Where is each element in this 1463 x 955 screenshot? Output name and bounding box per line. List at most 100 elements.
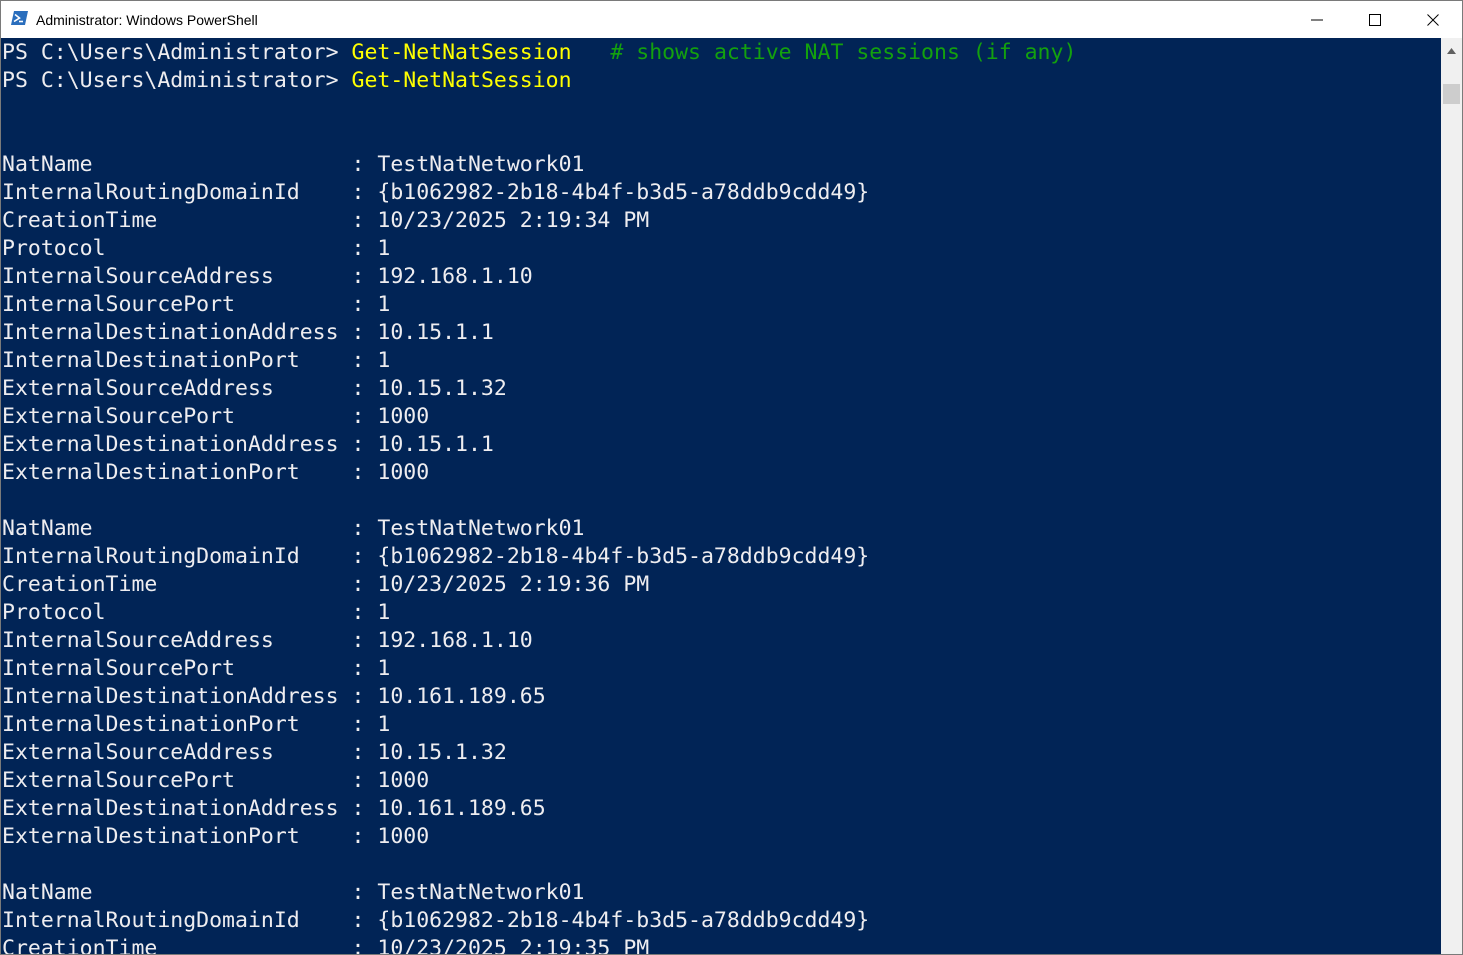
property-row: Protocol : 1	[2, 235, 1076, 263]
property-value: 192.168.1.10	[377, 264, 533, 289]
property-row: ExternalSourceAddress : 10.15.1.32	[2, 375, 1076, 403]
property-value: 10.15.1.32	[377, 740, 507, 765]
prompt-line: PS C:\Users\Administrator> Get-NetNatSes…	[2, 39, 1076, 67]
separator: :	[338, 404, 378, 429]
property-name: ExternalSourcePort	[2, 404, 235, 429]
property-value: 1	[377, 600, 391, 625]
scrollbar-thumb[interactable]	[1443, 84, 1460, 104]
separator: :	[338, 460, 378, 485]
separator: :	[338, 348, 378, 373]
property-row: InternalSourcePort : 1	[2, 291, 1076, 319]
property-name: InternalSourceAddress	[2, 628, 274, 653]
separator: :	[338, 236, 378, 261]
property-value: 192.168.1.10	[377, 628, 533, 653]
property-row: InternalRoutingDomainId : {b1062982-2b18…	[2, 543, 1076, 571]
property-name: ExternalSourcePort	[2, 768, 235, 793]
property-name: CreationTime	[2, 208, 158, 233]
console-lines: PS C:\Users\Administrator> Get-NetNatSes…	[2, 39, 1076, 954]
property-name: InternalRoutingDomainId	[2, 908, 300, 933]
property-row: ExternalDestinationPort : 1000	[2, 459, 1076, 487]
property-name: ExternalDestinationAddress	[2, 432, 339, 457]
property-value: 1	[377, 236, 391, 261]
minimize-icon	[1311, 14, 1323, 26]
window-title: Administrator: Windows PowerShell	[36, 11, 258, 28]
separator: :	[338, 600, 378, 625]
property-value: 1	[377, 292, 391, 317]
property-name: CreationTime	[2, 572, 158, 597]
property-row: InternalDestinationPort : 1	[2, 711, 1076, 739]
property-row: InternalDestinationAddress : 10.161.189.…	[2, 683, 1076, 711]
property-value: 1	[377, 348, 391, 373]
separator: :	[338, 208, 378, 233]
property-row: ExternalSourceAddress : 10.15.1.32	[2, 739, 1076, 767]
separator: :	[338, 180, 378, 205]
maximize-icon	[1369, 13, 1381, 26]
separator: :	[338, 376, 378, 401]
property-name: InternalRoutingDomainId	[2, 180, 300, 205]
console-output[interactable]: PS C:\Users\Administrator> Get-NetNatSes…	[1, 38, 1441, 954]
separator: :	[338, 796, 378, 821]
separator: :	[338, 264, 378, 289]
scroll-up-button[interactable]	[1441, 38, 1462, 62]
property-value: 10.15.1.32	[377, 376, 507, 401]
property-row: CreationTime : 10/23/2025 2:19:36 PM	[2, 571, 1076, 599]
property-row: NatName : TestNatNetwork01	[2, 151, 1076, 179]
prompt-text: PS C:\Users\Administrator>	[2, 40, 352, 65]
command-text: Get-NetNatSession	[351, 40, 572, 65]
property-name: NatName	[2, 880, 93, 905]
comment-text: # shows active NAT sessions (if any)	[571, 40, 1077, 65]
property-name: InternalDestinationAddress	[2, 320, 339, 345]
property-value: 1000	[377, 404, 430, 429]
property-name: InternalDestinationPort	[2, 712, 300, 737]
property-value: {b1062982-2b18-4b4f-b3d5-a78ddb9cdd49}	[377, 180, 870, 205]
separator: :	[338, 656, 378, 681]
property-row: CreationTime : 10/23/2025 2:19:35 PM	[2, 935, 1076, 954]
property-name: NatName	[2, 152, 93, 177]
property-name: Protocol	[2, 236, 106, 261]
property-name: ExternalDestinationAddress	[2, 796, 339, 821]
property-row: ExternalSourcePort : 1000	[2, 403, 1076, 431]
property-name: Protocol	[2, 600, 106, 625]
property-value: 10.161.189.65	[377, 684, 546, 709]
property-value: 1	[377, 712, 391, 737]
property-name: ExternalDestinationPort	[2, 824, 300, 849]
vertical-scrollbar[interactable]	[1441, 38, 1462, 954]
property-row: InternalSourcePort : 1	[2, 655, 1076, 683]
property-row: ExternalDestinationAddress : 10.161.189.…	[2, 795, 1076, 823]
property-value: 10.15.1.1	[377, 432, 494, 457]
property-name: InternalRoutingDomainId	[2, 544, 300, 569]
property-name: ExternalDestinationPort	[2, 460, 300, 485]
separator: :	[338, 152, 378, 177]
maximize-button[interactable]	[1346, 1, 1404, 38]
title-bar[interactable]: Administrator: Windows PowerShell	[1, 1, 1462, 38]
property-name: NatName	[2, 516, 93, 541]
property-value: TestNatNetwork01	[377, 880, 585, 905]
property-row: Protocol : 1	[2, 599, 1076, 627]
separator: :	[338, 768, 378, 793]
property-row: InternalRoutingDomainId : {b1062982-2b18…	[2, 907, 1076, 935]
close-icon	[1427, 13, 1439, 26]
command-text: Get-NetNatSession	[351, 68, 572, 93]
minimize-button[interactable]	[1288, 1, 1346, 38]
property-row: InternalDestinationPort : 1	[2, 347, 1076, 375]
separator: :	[338, 628, 378, 653]
separator: :	[338, 908, 378, 933]
property-name: ExternalSourceAddress	[2, 740, 274, 765]
separator: :	[338, 292, 378, 317]
property-value: 1000	[377, 768, 430, 793]
property-row: ExternalDestinationPort : 1000	[2, 823, 1076, 851]
close-button[interactable]	[1404, 1, 1462, 38]
property-value: 1	[377, 656, 391, 681]
separator: :	[338, 544, 378, 569]
property-value: {b1062982-2b18-4b4f-b3d5-a78ddb9cdd49}	[377, 544, 870, 569]
scroll-up-arrow-icon	[1447, 41, 1456, 59]
property-value: TestNatNetwork01	[377, 516, 585, 541]
property-value: 10/23/2025 2:19:34 PM	[377, 208, 650, 233]
prompt-line: PS C:\Users\Administrator> Get-NetNatSes…	[2, 67, 1076, 95]
separator: :	[338, 684, 378, 709]
property-row: InternalSourceAddress : 192.168.1.10	[2, 263, 1076, 291]
